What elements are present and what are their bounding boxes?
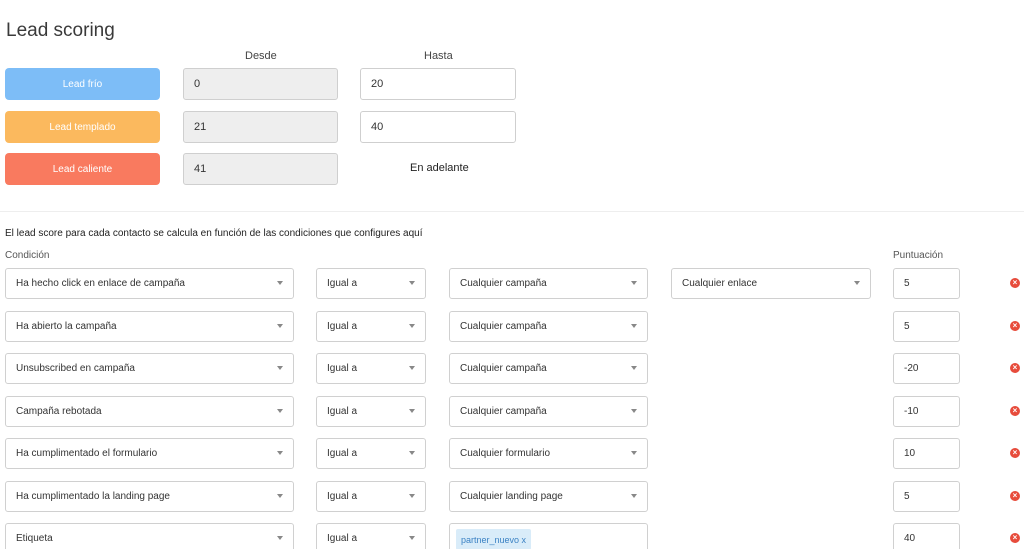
chevron-down-icon: [277, 451, 283, 455]
score-input[interactable]: -10: [893, 396, 960, 427]
condition-select[interactable]: Ha cumplimentado la landing page: [5, 481, 294, 512]
condition-select[interactable]: Ha cumplimentado el formulario: [5, 438, 294, 469]
tier-cold-from-field: 0: [183, 68, 338, 100]
score-input[interactable]: 5: [893, 481, 960, 512]
operator-select[interactable]: Igual a: [316, 353, 426, 384]
condition-select[interactable]: Unsubscribed en campaña: [5, 353, 294, 384]
chevron-down-icon: [277, 366, 283, 370]
chevron-down-icon: [409, 409, 415, 413]
rules-intro-text: El lead score para cada contacto se calc…: [5, 228, 423, 239]
operator-select[interactable]: Igual a: [316, 438, 426, 469]
rule-row: Campaña rebotada Igual a Cualquier campa…: [0, 396, 1024, 427]
close-circle-icon[interactable]: ×: [1010, 533, 1020, 543]
chevron-down-icon: [631, 494, 637, 498]
tier-cold-button[interactable]: Lead frío: [5, 68, 160, 100]
operator-select[interactable]: Igual a: [316, 396, 426, 427]
operator-select[interactable]: Igual a: [316, 311, 426, 342]
value-select[interactable]: Cualquier campaña: [449, 396, 648, 427]
tier-warm-button[interactable]: Lead templado: [5, 111, 160, 143]
chevron-down-icon: [409, 536, 415, 540]
value-select[interactable]: Cualquier campaña: [449, 353, 648, 384]
rule-row: Unsubscribed en campaña Igual a Cualquie…: [0, 353, 1024, 384]
rule-row: Etiqueta Igual a partner_nuevo x 40 ×: [0, 523, 1024, 549]
chevron-down-icon: [277, 494, 283, 498]
tier-warm-to-field[interactable]: 40: [360, 111, 516, 143]
score-input[interactable]: -20: [893, 353, 960, 384]
tag-chip[interactable]: partner_nuevo x: [456, 529, 532, 549]
close-circle-icon[interactable]: ×: [1010, 363, 1020, 373]
tier-warm-from-field: 21: [183, 111, 338, 143]
close-circle-icon[interactable]: ×: [1010, 491, 1020, 501]
close-circle-icon[interactable]: ×: [1010, 278, 1020, 288]
chevron-down-icon: [631, 366, 637, 370]
value-select[interactable]: Cualquier campaña: [449, 311, 648, 342]
close-circle-icon[interactable]: ×: [1010, 321, 1020, 331]
rule-row: Ha hecho click en enlace de campaña Igua…: [0, 268, 1024, 299]
chevron-down-icon: [631, 451, 637, 455]
operator-select[interactable]: Igual a: [316, 481, 426, 512]
rule-row: Ha cumplimentado el formulario Igual a C…: [0, 438, 1024, 469]
value-select[interactable]: Cualquier formulario: [449, 438, 648, 469]
condition-select[interactable]: Campaña rebotada: [5, 396, 294, 427]
chevron-down-icon: [409, 366, 415, 370]
rule-row: Ha abierto la campaña Igual a Cualquier …: [0, 311, 1024, 342]
link-select[interactable]: Cualquier enlace: [671, 268, 871, 299]
chevron-down-icon: [409, 281, 415, 285]
value-select[interactable]: Cualquier campaña: [449, 268, 648, 299]
tier-hot-from-field: 41: [183, 153, 338, 185]
chevron-down-icon: [409, 451, 415, 455]
condition-select[interactable]: Ha abierto la campaña: [5, 311, 294, 342]
from-column-label: Desde: [245, 50, 277, 62]
value-select[interactable]: Cualquier landing page: [449, 481, 648, 512]
page-title: Lead scoring: [6, 20, 115, 41]
close-circle-icon[interactable]: ×: [1010, 448, 1020, 458]
condition-select[interactable]: Etiqueta: [5, 523, 294, 549]
score-input[interactable]: 5: [893, 311, 960, 342]
tier-hot-onward-label: En adelante: [410, 162, 469, 174]
section-divider: [0, 211, 1024, 212]
operator-select[interactable]: Igual a: [316, 523, 426, 549]
operator-select[interactable]: Igual a: [316, 268, 426, 299]
score-column-label: Puntuación: [893, 250, 944, 261]
chevron-down-icon: [277, 409, 283, 413]
chevron-down-icon: [631, 324, 637, 328]
chevron-down-icon: [277, 324, 283, 328]
chevron-down-icon: [854, 281, 860, 285]
close-circle-icon[interactable]: ×: [1010, 406, 1020, 416]
score-input[interactable]: 5: [893, 268, 960, 299]
score-input[interactable]: 40: [893, 523, 960, 549]
condition-column-label: Condición: [5, 250, 50, 261]
condition-select[interactable]: Ha hecho click en enlace de campaña: [5, 268, 294, 299]
chevron-down-icon: [277, 536, 283, 540]
rule-row: Ha cumplimentado la landing page Igual a…: [0, 481, 1024, 512]
tier-hot-button[interactable]: Lead caliente: [5, 153, 160, 185]
chevron-down-icon: [631, 409, 637, 413]
chevron-down-icon: [631, 281, 637, 285]
chevron-down-icon: [277, 281, 283, 285]
to-column-label: Hasta: [424, 50, 453, 62]
score-input[interactable]: 10: [893, 438, 960, 469]
chevron-down-icon: [409, 324, 415, 328]
tag-input[interactable]: partner_nuevo x: [449, 523, 648, 549]
tier-cold-to-field[interactable]: 20: [360, 68, 516, 100]
chevron-down-icon: [409, 494, 415, 498]
